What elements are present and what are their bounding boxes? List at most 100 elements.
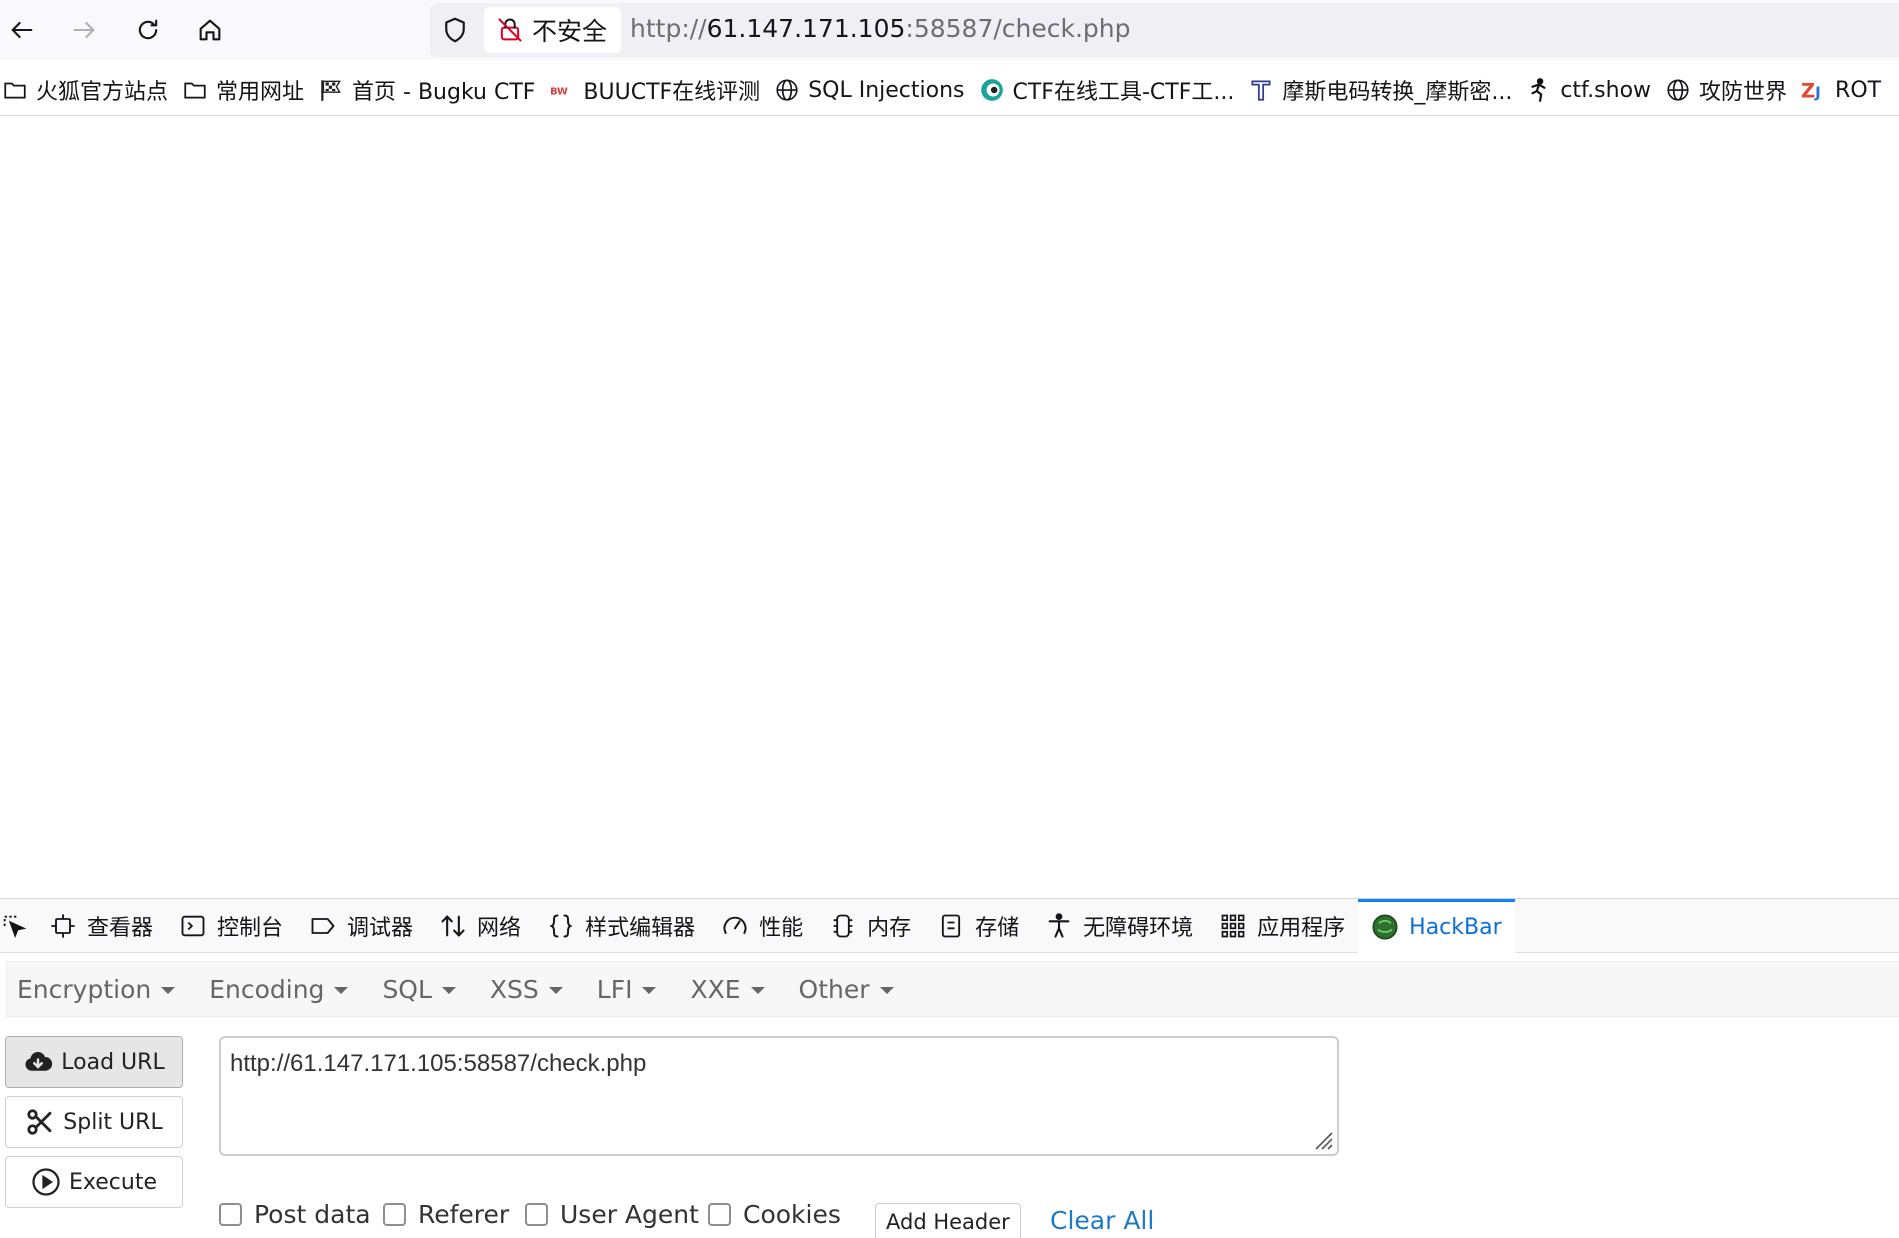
menu-other[interactable]: Other [789, 975, 904, 1004]
menu-label: Encryption [17, 974, 152, 1004]
bookmark-common-sites[interactable]: 常用网址 [180, 68, 316, 112]
site-security-indicator[interactable]: 不安全 [484, 7, 622, 53]
bookmark-buuctf[interactable]: BW BUUCTF在线评测 [547, 68, 772, 112]
url-prefix: http:// [630, 14, 707, 43]
menu-encryption[interactable]: Encryption [7, 975, 185, 1004]
add-header-button[interactable]: Add Header [875, 1203, 1021, 1238]
play-circle-icon [32, 1168, 60, 1196]
cookies-checkbox[interactable] [708, 1203, 731, 1226]
bookmark-ctfshow[interactable]: ctf.show [1524, 68, 1663, 112]
tab-application[interactable]: 应用程序 [1206, 899, 1358, 953]
user-agent-checkbox[interactable] [525, 1203, 548, 1226]
menu-sql[interactable]: SQL [372, 975, 465, 1004]
option-referer[interactable]: Referer [383, 1200, 509, 1229]
caret-down-icon [441, 987, 456, 994]
bookmark-label: BUUCTF在线评测 [583, 80, 761, 105]
menu-label: SQL [382, 974, 432, 1004]
bookmark-adworld[interactable]: 攻防世界 [1663, 68, 1799, 112]
menu-lfi[interactable]: LFI [587, 975, 667, 1004]
clear-all-link[interactable]: Clear All [1050, 1206, 1154, 1235]
tab-debugger[interactable]: 调试器 [296, 899, 426, 953]
bookmark-ctf-tools[interactable]: CTF在线工具-CTF工... [977, 68, 1247, 112]
bookmark-firefox-official[interactable]: 火狐官方站点 [0, 68, 180, 112]
navigation-toolbar: 不安全 http://61.147.171.105:58587/check.ph… [0, 0, 1899, 60]
tab-label: 无障碍环境 [1083, 915, 1194, 941]
scissors-icon [27, 1109, 52, 1135]
globe-icon [1667, 79, 1689, 101]
tab-label: 调试器 [347, 915, 414, 941]
flag-icon [321, 80, 341, 101]
bookmark-label: ROT [1835, 77, 1882, 103]
tab-hackbar[interactable]: HackBar [1358, 898, 1515, 953]
tab-label: 应用程序 [1257, 915, 1346, 941]
caret-down-icon [161, 987, 176, 994]
tab-style-editor[interactable]: 样式编辑器 [534, 899, 708, 953]
bookmark-rot[interactable]: ZJ ROT [1799, 68, 1893, 112]
bookmark-morse[interactable]: 摩斯电码转换_摩斯密... [1246, 68, 1524, 112]
tab-performance[interactable]: 性能 [708, 899, 816, 953]
caret-down-icon [548, 987, 563, 994]
tab-storage[interactable]: 存储 [924, 899, 1032, 953]
resize-grip-icon[interactable] [1310, 1127, 1334, 1151]
runner-icon [1531, 78, 1546, 102]
tab-label: 存储 [975, 915, 1020, 941]
menu-label: Other [798, 974, 870, 1004]
tab-inspector[interactable]: 查看器 [36, 899, 166, 953]
menu-xxe[interactable]: XXE [680, 975, 774, 1004]
devtools-panel: 查看器 控制台 调试器 网络 样式编辑器 性能 内存 存储 无障碍环境 应用程序… [0, 898, 1899, 1238]
load-url-button[interactable]: Load URL [5, 1036, 183, 1088]
reload-button[interactable] [128, 10, 168, 50]
svg-text:Z: Z [1801, 80, 1815, 103]
arrow-right-icon [73, 21, 95, 39]
home-button[interactable] [190, 10, 230, 50]
forward-button[interactable] [64, 10, 104, 50]
bookmark-label: 首页 - Bugku CTF [352, 80, 536, 105]
page-content [0, 116, 1899, 898]
button-label: Load URL [61, 1049, 165, 1075]
option-cookies[interactable]: Cookies [708, 1200, 841, 1229]
button-label: Split URL [63, 1109, 163, 1135]
storage-icon [942, 914, 961, 937]
option-post-data[interactable]: Post data [219, 1200, 371, 1229]
menu-label: XSS [489, 974, 539, 1004]
tab-network[interactable]: 网络 [426, 899, 534, 953]
menu-encoding[interactable]: Encoding [199, 975, 358, 1004]
url-bar[interactable]: 不安全 http://61.147.171.105:58587/check.ph… [430, 3, 1899, 57]
bookmark-sql-injections[interactable]: SQL Injections [772, 68, 976, 112]
ctf-tool-icon [980, 79, 1003, 101]
hackbar-menu: Encryption Encoding SQL XSS LFI XXE Othe… [6, 961, 1899, 1017]
inspector-icon [51, 913, 75, 938]
tab-label: 控制台 [217, 915, 284, 941]
url-textarea[interactable] [219, 1036, 1339, 1156]
tab-accessibility[interactable]: 无障碍环境 [1032, 899, 1206, 953]
bookmark-label: SQL Injections [808, 77, 965, 103]
tab-label: HackBar [1409, 914, 1502, 940]
menu-xss[interactable]: XSS [480, 975, 573, 1004]
bookmark-label: 攻防世界 [1699, 80, 1788, 105]
caret-down-icon [879, 987, 894, 994]
caret-down-icon [334, 987, 349, 994]
execute-button[interactable]: Execute [5, 1156, 183, 1208]
split-url-button[interactable]: Split URL [5, 1096, 183, 1148]
referer-checkbox[interactable] [383, 1203, 406, 1226]
url-text[interactable]: http://61.147.171.105:58587/check.php [630, 14, 1131, 43]
shield-icon[interactable] [440, 15, 470, 45]
post-data-checkbox[interactable] [219, 1203, 242, 1226]
reload-icon [138, 19, 158, 40]
caret-down-icon [750, 987, 765, 994]
tab-label: 性能 [759, 915, 804, 941]
tab-memory[interactable]: 内存 [816, 899, 924, 953]
tab-console[interactable]: 控制台 [166, 899, 296, 953]
option-label: Post data [254, 1200, 371, 1229]
bookmark-label: 摩斯电码转换_摩斯密... [1282, 80, 1513, 105]
element-picker-button[interactable] [0, 899, 36, 953]
back-button[interactable] [2, 10, 42, 50]
cloud-download-icon [25, 1051, 53, 1071]
menu-label: LFI [596, 974, 633, 1004]
menu-label: Encoding [209, 974, 325, 1004]
option-label: User Agent [560, 1200, 699, 1229]
braces-icon [549, 914, 573, 937]
bookmark-bugku[interactable]: 首页 - Bugku CTF [316, 68, 547, 112]
option-user-agent[interactable]: User Agent [525, 1200, 699, 1229]
caret-down-icon [642, 987, 657, 994]
